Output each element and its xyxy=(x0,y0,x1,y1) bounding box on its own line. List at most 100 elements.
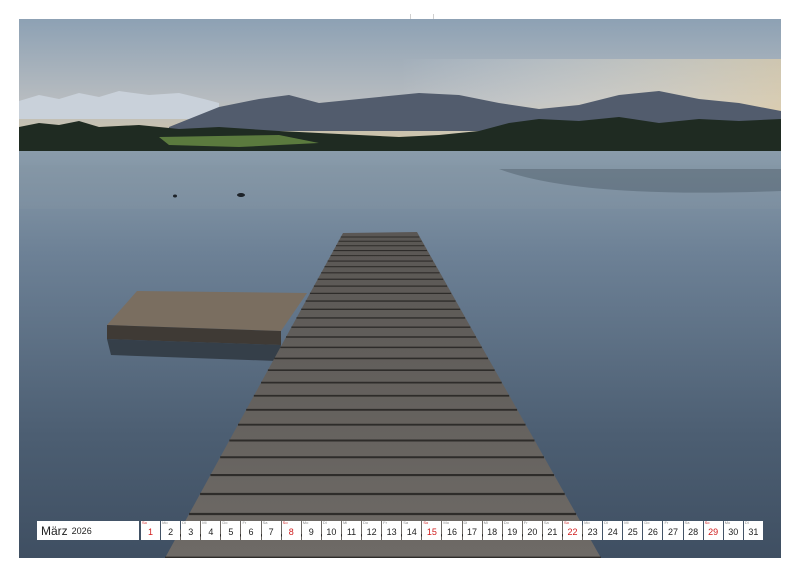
day-cell: Mo 16 xyxy=(442,520,462,540)
day-number: 15 xyxy=(426,527,437,537)
weekday-label: Di xyxy=(463,520,468,525)
weekday-label: Di xyxy=(744,520,749,525)
day-cell: Di 24 xyxy=(603,520,623,540)
day-cell: Fr 20 xyxy=(522,520,542,540)
day-cell: So 29 xyxy=(703,520,723,540)
weekday-label: Do xyxy=(222,520,228,525)
weekday-label: Mo xyxy=(724,520,731,525)
day-number: 2 xyxy=(168,527,174,537)
day-cell: Sa 28 xyxy=(683,520,703,540)
year: 2026 xyxy=(71,525,92,536)
day-number: 1 xyxy=(148,527,154,537)
day-number: 11 xyxy=(346,527,357,537)
weekday-label: Sa xyxy=(403,520,409,525)
day-number: 31 xyxy=(748,527,759,537)
weekday-label: Fr xyxy=(664,520,669,525)
day-cells: So 1 Mo 2 Di 3 Mi 4 Do 5 Fr 6 Sa 7 So 8 Mo 9 Di 10 Mi 11 Do 12 F… xyxy=(141,521,763,540)
weekday-label: So xyxy=(704,520,710,525)
weekday-label: Di xyxy=(604,520,608,525)
weekday-label: So xyxy=(282,520,288,525)
day-number: 20 xyxy=(527,527,538,537)
weekday-label: Sa xyxy=(684,520,690,525)
weekday-label: So xyxy=(563,520,569,525)
day-cell: So 1 xyxy=(141,520,161,540)
weekday-label: Mo xyxy=(584,520,590,525)
weekday-label: Do xyxy=(503,520,509,525)
day-cell: So 8 xyxy=(281,520,301,540)
weekday-label: Do xyxy=(363,520,369,525)
day-cell: So 22 xyxy=(562,520,583,540)
day-cell: Mo 23 xyxy=(583,520,603,540)
weekday-label: Sa xyxy=(543,520,549,525)
day-number: 22 xyxy=(567,527,578,537)
day-cell: Fr 27 xyxy=(663,520,683,540)
day-cell: Do 19 xyxy=(502,520,522,540)
duck-1 xyxy=(237,193,245,197)
day-cell: Do 5 xyxy=(221,520,241,540)
day-number: 5 xyxy=(228,527,234,537)
day-number: 21 xyxy=(547,527,558,537)
day-cell: Di 31 xyxy=(743,520,763,540)
day-cell: Mo 9 xyxy=(301,520,321,540)
duck-2 xyxy=(173,194,177,198)
day-number: 25 xyxy=(627,527,638,537)
day-cell: Fr 13 xyxy=(382,520,402,540)
day-cell: Mo 2 xyxy=(161,520,181,540)
day-number: 23 xyxy=(587,527,598,537)
calendar-strip: März 2026 So 1 Mo 2 Di 3 Mi 4 Do 5 Fr 6 Sa 7 So 8 Mo 9 Di 1… xyxy=(37,521,763,540)
day-cell: Mi 4 xyxy=(201,520,221,540)
day-cell: Sa 7 xyxy=(261,520,281,540)
weekday-label: So xyxy=(142,520,147,525)
day-cell: Mi 18 xyxy=(482,520,502,540)
day-number: 12 xyxy=(366,527,377,537)
weekday-label: Mi xyxy=(342,520,348,525)
day-number: 28 xyxy=(688,527,699,537)
weekday-label: Mi xyxy=(202,520,207,525)
day-cell: Sa 14 xyxy=(402,520,422,540)
day-cell: Do 26 xyxy=(643,520,663,540)
day-cell: Sa 21 xyxy=(542,520,562,540)
day-number: 7 xyxy=(268,527,274,537)
day-number: 14 xyxy=(406,527,417,537)
day-cell: Do 12 xyxy=(362,520,382,540)
day-number: 6 xyxy=(248,527,254,537)
weekday-label: Fr xyxy=(242,520,247,525)
weekday-label: Fr xyxy=(523,520,528,525)
landscape-illustration xyxy=(19,19,781,558)
day-number: 26 xyxy=(647,527,658,537)
day-number: 3 xyxy=(188,527,194,537)
weekday-label: Do xyxy=(644,520,650,525)
side-platform-top xyxy=(107,291,307,331)
day-number: 30 xyxy=(728,527,739,537)
weekday-label: Mi xyxy=(624,520,629,525)
day-number: 18 xyxy=(487,527,498,537)
day-cell: Di 3 xyxy=(181,520,201,540)
day-cell: Fr 6 xyxy=(241,520,261,540)
weekday-label: Di xyxy=(322,520,327,525)
weekday-label: Fr xyxy=(383,520,387,525)
day-number: 10 xyxy=(326,527,337,537)
weekday-label: So xyxy=(423,520,429,525)
day-cell: Mi 11 xyxy=(341,520,362,540)
day-number: 17 xyxy=(467,527,478,537)
month-label: März 2026 xyxy=(37,521,139,540)
day-cell: So 15 xyxy=(422,520,442,540)
day-cell: Di 17 xyxy=(462,520,482,540)
weekday-label: Sa xyxy=(262,520,268,525)
weekday-label: Mo xyxy=(302,520,309,525)
weekday-label: Mo xyxy=(162,520,168,525)
day-number: 8 xyxy=(288,527,294,537)
month-name: März xyxy=(41,523,68,538)
day-number: 19 xyxy=(507,527,518,537)
day-number: 27 xyxy=(667,527,678,537)
lake-jetty-photo xyxy=(19,19,781,558)
day-number: 9 xyxy=(308,527,314,537)
day-number: 4 xyxy=(208,527,214,537)
weekday-label: Mo xyxy=(443,520,449,525)
day-number: 29 xyxy=(708,527,719,537)
weekday-label: Mi xyxy=(483,520,488,525)
weekday-label: Di xyxy=(182,520,186,525)
day-cell: Mi 25 xyxy=(623,520,643,540)
day-cell: Mo 30 xyxy=(723,520,743,540)
day-number: 24 xyxy=(607,527,618,537)
